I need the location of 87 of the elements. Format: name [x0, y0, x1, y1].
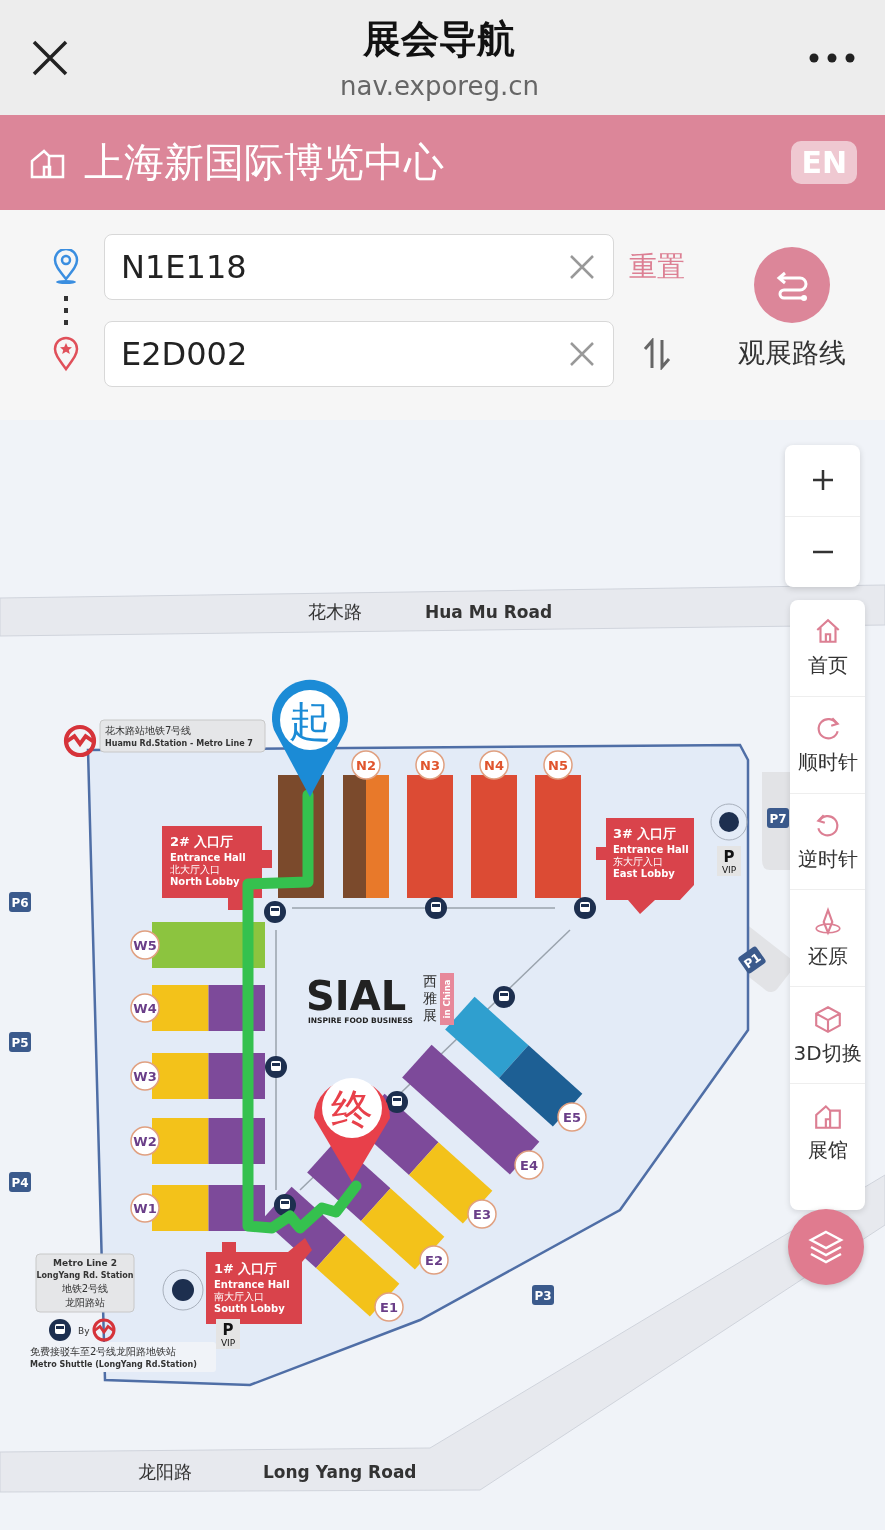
bus-stop-icon — [425, 897, 447, 919]
parking-sign: P1 — [737, 945, 767, 975]
map-tool-button[interactable]: 首页 — [790, 600, 865, 696]
hall-code-label: W3 — [130, 1061, 160, 1091]
entrance-hall-label: 3# 入口厅 — [613, 826, 677, 841]
hall-code-label: N3 — [415, 750, 445, 780]
location-pin-icon — [52, 249, 80, 285]
shuttle-label: 免费接驳车至2号线龙阳路地铁站 — [30, 1346, 177, 1357]
map-tool-button[interactable]: 展馆 — [790, 1083, 865, 1180]
entrance-hall-label: East Lobby — [613, 868, 675, 879]
hall-code-label: N4 — [479, 750, 509, 780]
destination-pin-icon — [52, 336, 80, 372]
station-label: LongYang Rd. Station — [36, 1271, 134, 1280]
parking-sign: P6 — [9, 892, 31, 912]
hall-code-label: E5 — [557, 1102, 587, 1132]
start-pin: 起 — [272, 679, 348, 797]
end-pin: 终 — [314, 1078, 390, 1182]
map-tool-button[interactable]: 顺时针 — [790, 695, 865, 793]
bus-stop-icon — [493, 986, 515, 1008]
dotted-connector-icon — [63, 295, 69, 326]
metro-logo-icon — [92, 1318, 116, 1342]
clear-icon[interactable] — [569, 341, 595, 367]
tour-route-label: 观展路线 — [738, 336, 846, 370]
entrance-hall-label: 南大厅入口 — [214, 1291, 264, 1302]
road-name: Long Yang Road — [263, 1462, 417, 1482]
hall-code-label: E1 — [374, 1292, 404, 1322]
station-label: 龙阳路站 — [65, 1297, 105, 1308]
hall-code-label: W4 — [130, 993, 160, 1023]
hall-code-label: E4 — [514, 1150, 544, 1180]
entrance-hall-label: Entrance Hall — [214, 1279, 290, 1290]
hall-code-label: W2 — [130, 1126, 160, 1156]
hall-code-label: E3 — [467, 1199, 497, 1229]
entrance-hall-label: 东大厅入口 — [613, 856, 663, 867]
destination-field[interactable]: E2D002 — [104, 321, 614, 387]
bus-stop-icon — [265, 1056, 287, 1078]
taxi-stand-icon — [162, 1269, 204, 1311]
more-icon[interactable] — [809, 52, 855, 63]
parking-sign: P7 — [767, 808, 789, 828]
hall-code-label: N2 — [351, 750, 381, 780]
minus-icon — [811, 549, 834, 554]
shuttle-label: Metro Shuttle (LongYang Rd.Station) — [30, 1360, 197, 1369]
venue-name: 上海新国际博览中心 — [84, 138, 445, 187]
cube-icon — [812, 1003, 843, 1034]
bus-stop-icon — [574, 897, 596, 919]
road-name: Hua Mu Road — [425, 602, 553, 622]
logo-chinese-name: 西雅展 — [423, 973, 437, 1023]
entrance-hall-label: 北大厅入口 — [170, 864, 220, 875]
vip-parking-sign: P VIP — [216, 1319, 240, 1349]
plus-icon — [811, 469, 834, 492]
start-field[interactable]: N1E118 — [104, 234, 614, 300]
taxi-stand-icon — [710, 803, 748, 841]
bus-stop-icon — [49, 1319, 71, 1341]
layers-button[interactable] — [788, 1209, 864, 1285]
clear-icon[interactable] — [569, 254, 595, 280]
map-tool-button[interactable]: 3D切换 — [790, 986, 865, 1084]
compass-icon — [812, 906, 843, 937]
region-tag: in China — [440, 973, 454, 1025]
layers-icon — [807, 1228, 845, 1266]
bus-stop-icon — [386, 1091, 408, 1113]
road-name: 花木路 — [308, 601, 362, 622]
entrance-hall-label: Entrance Hall — [170, 852, 246, 863]
hall-code-label: W1 — [130, 1193, 160, 1223]
parking-sign: P5 — [9, 1032, 31, 1052]
entrance-hall-label: 2# 入口厅 — [170, 834, 234, 849]
station-label: Metro Line 2 — [53, 1258, 117, 1268]
entrance-hall-label: North Lobby — [170, 876, 240, 887]
metro-logo-icon — [63, 724, 97, 758]
vip-parking-sign: P VIP — [717, 846, 741, 876]
hall-code-label: N5 — [543, 750, 573, 780]
shuttle-connector-label: By — [78, 1326, 90, 1336]
map-tool-button[interactable]: 逆时针 — [790, 792, 865, 890]
hall-code-label: E2 — [419, 1245, 449, 1275]
page-url: nav.exporeg.cn — [339, 71, 539, 101]
parking-sign: P4 — [9, 1172, 31, 1192]
bus-stop-icon — [264, 901, 286, 923]
hall-code-label: W5 — [130, 930, 160, 960]
entrance-hall-label: South Lobby — [214, 1303, 285, 1314]
map-tool-button[interactable]: 还原 — [790, 889, 865, 987]
station-label: 地铁2号线 — [61, 1283, 109, 1294]
station-label: Huamu Rd.Station - Metro Line 7 — [105, 739, 253, 748]
page-title: 展会导航 — [363, 16, 516, 63]
parking-sign: P3 — [532, 1285, 554, 1305]
road-name: 龙阳路 — [138, 1461, 192, 1482]
entrance-hall-label: 1# 入口厅 — [214, 1261, 278, 1276]
entrance-hall-label: Entrance Hall — [613, 844, 689, 855]
bus-stop-icon — [274, 1194, 296, 1216]
station-label: 花木路站地铁7号线 — [105, 725, 192, 736]
